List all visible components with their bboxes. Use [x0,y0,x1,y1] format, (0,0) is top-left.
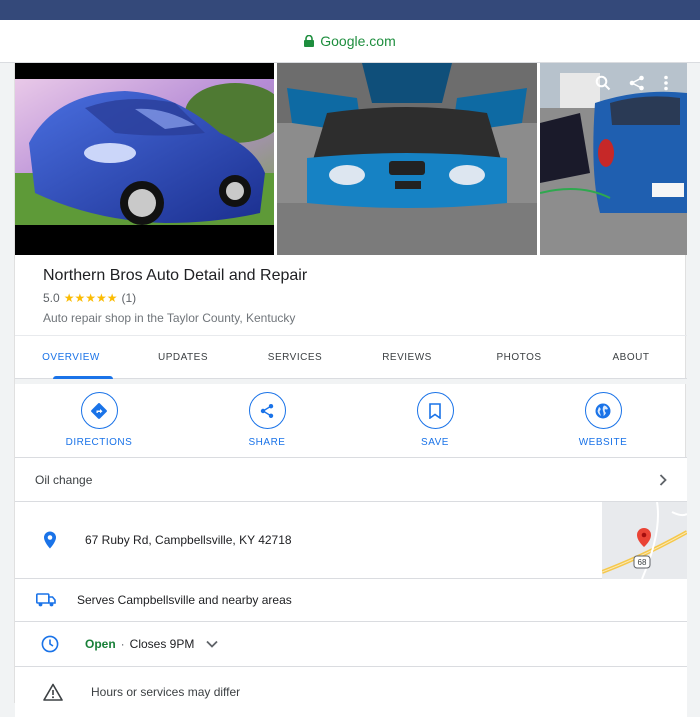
directions-icon-circle [80,392,118,429]
business-header: Northern Bros Auto Detail and Repair 5.0… [43,267,663,325]
share-button[interactable]: SHARE [183,384,351,457]
tab-updates[interactable]: UPDATES [127,336,239,378]
service-oil-change-row[interactable]: Oil change [15,458,687,502]
tab-reviews[interactable]: REVIEWS [351,336,463,378]
service-link-text: Oil change [35,472,93,487]
review-count[interactable]: (1) [121,291,136,305]
save-button[interactable]: SAVE [351,384,519,457]
warning-icon-cell [15,683,91,701]
photo-gallery[interactable] [15,63,687,255]
directions-icon [91,402,107,419]
clock-icon-cell [15,635,85,653]
share-icon [260,403,274,418]
rating-row[interactable]: 5.0 ★★★★★ (1) [43,291,663,305]
car-rear-photo[interactable] [540,63,687,255]
lock-icon [304,35,315,47]
tab-overview[interactable]: OVERVIEW [15,336,127,379]
address-text: 67 Ruby Rd, Campbellsville, KY 42718 [85,533,292,547]
tab-services[interactable]: SERVICES [239,336,351,378]
more-vert-icon[interactable] [663,75,669,91]
quick-actions: DIRECTIONS SHARE SAVE WEBSITE [15,384,687,458]
engine-bay-photo[interactable] [277,63,537,255]
open-status: Open [85,637,116,651]
car-side-photo[interactable] [15,63,274,255]
url-text: Google.com [320,33,396,49]
truck-icon [36,593,56,607]
hours-row[interactable]: Open · Closes 9PM [15,622,687,667]
map-route-label: 68 [638,558,647,567]
save-icon-circle [416,392,454,429]
save-label: SAVE [421,437,449,448]
status-bar [0,0,700,20]
closing-time: Closes 9PM [129,637,195,651]
address-row[interactable]: 67 Ruby Rd, Campbellsville, KY 42718 68 [15,501,687,579]
tab-about[interactable]: ABOUT [575,336,687,378]
location-pin-icon [44,531,56,549]
website-label: WEBSITE [578,437,628,448]
website-button[interactable]: WEBSITE [519,384,687,457]
business-card: Northern Bros Auto Detail and Repair 5.0… [14,63,687,717]
hours-separator: · [120,637,125,651]
share-label: SHARE [248,437,286,448]
tab-bar: OVERVIEW UPDATES SERVICES REVIEWS PHOTOS… [15,335,687,379]
warning-text: Hours or services may differ [91,685,241,699]
chevron-down-icon[interactable] [206,640,218,648]
warning-icon [43,683,63,701]
business-category: Auto repair shop in the Taylor County, K… [43,311,296,325]
star-rating: ★★★★★ [63,291,118,305]
service-area-text: Serves Campbellsville and nearby areas [77,593,292,607]
location-icon-cell [15,531,85,549]
website-icon-circle [584,392,622,429]
rating-value: 5.0 [43,291,60,305]
chevron-right-icon [659,473,667,486]
globe-icon [595,403,611,418]
directions-label: DIRECTIONS [65,437,133,448]
gallery-actions [595,75,669,91]
truck-icon-cell [15,593,77,607]
tab-photos[interactable]: PHOTOS [463,336,575,378]
clock-icon [41,635,59,653]
share-icon[interactable] [629,75,645,91]
directions-button[interactable]: DIRECTIONS [15,384,183,457]
service-area-row: Serves Campbellsville and nearby areas [15,579,687,622]
bookmark-icon [429,402,441,419]
address-bar[interactable]: Google.com [0,20,700,63]
share-icon-circle [248,392,286,429]
search-icon[interactable] [595,75,611,91]
map-thumbnail[interactable]: 68 [602,501,687,579]
hours-warning-row: Hours or services may differ [15,667,687,717]
business-name: Northern Bros Auto Detail and Repair [43,267,308,284]
